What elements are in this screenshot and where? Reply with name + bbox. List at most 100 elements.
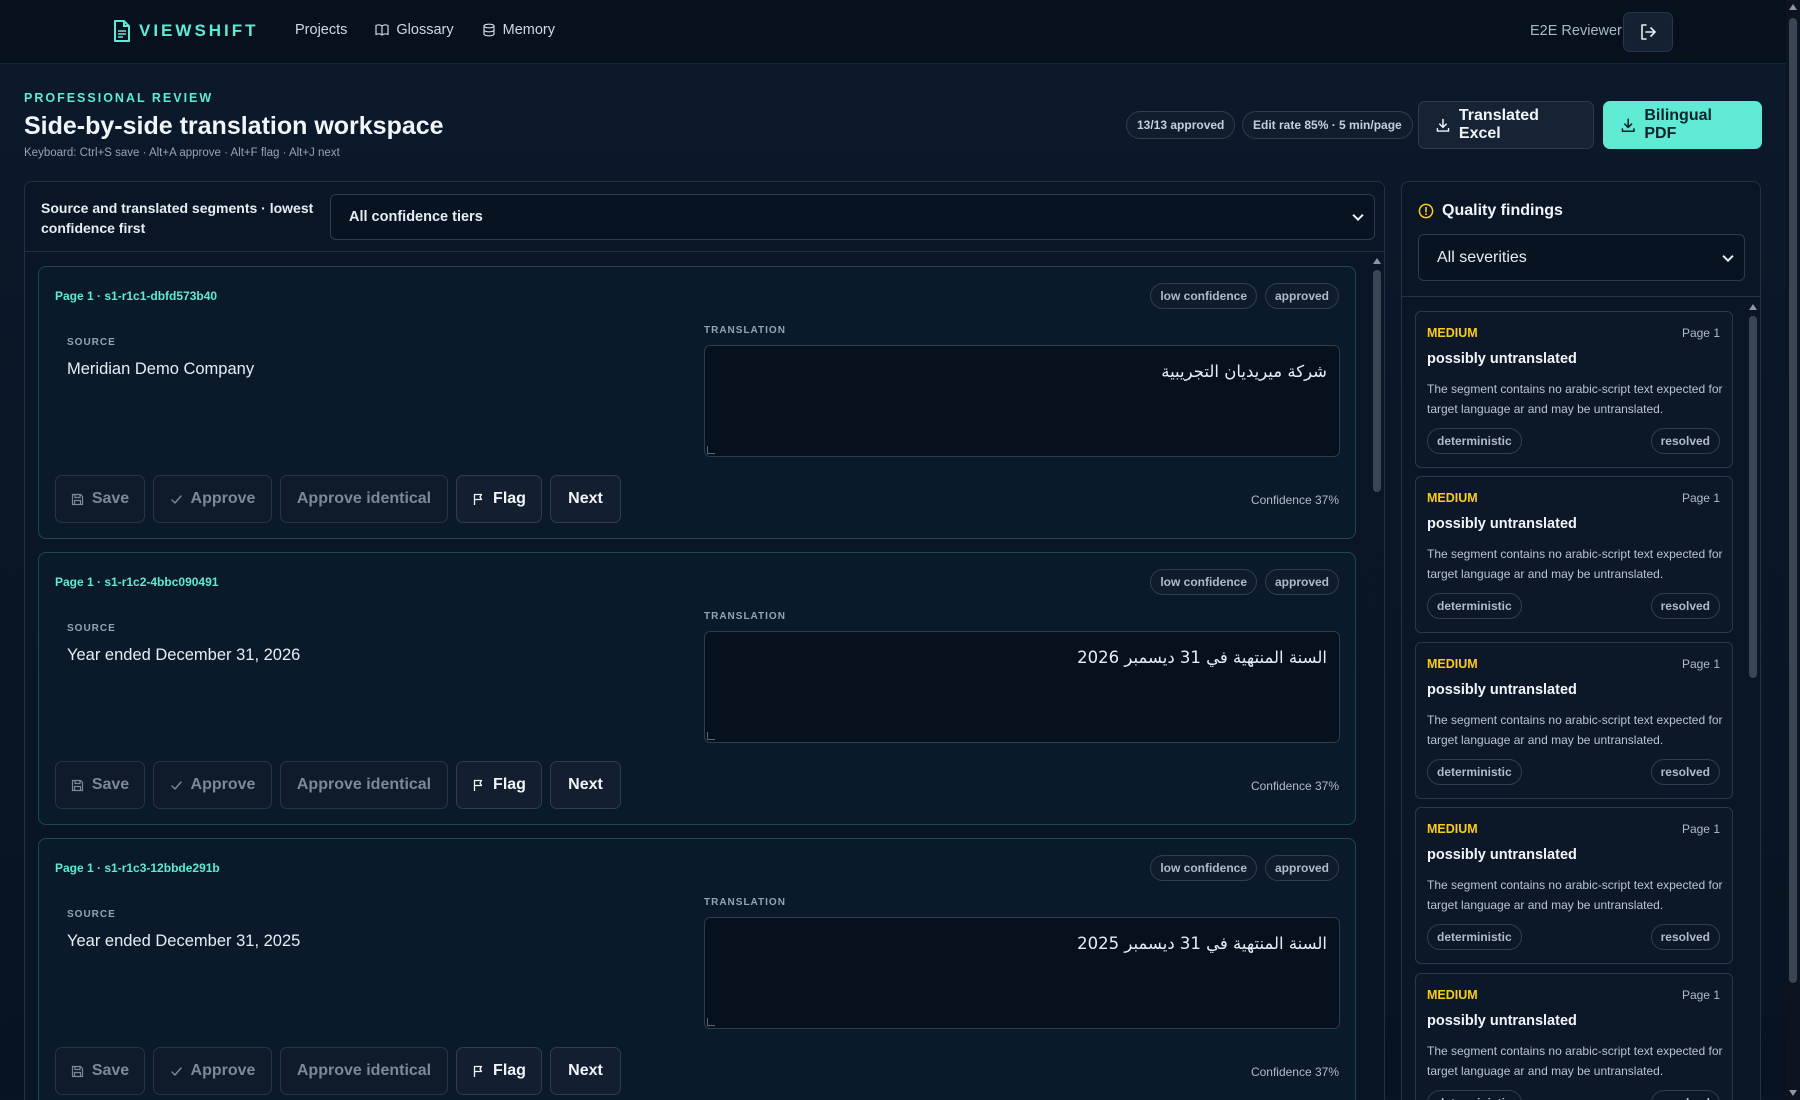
scrollbar-thumb[interactable] [1749,316,1757,678]
translation-textarea[interactable]: شركة ميريديان التجريبية [704,345,1340,457]
finding-card[interactable]: MEDIUM Page 1 possibly untranslated The … [1415,642,1733,799]
segments-scrollbar[interactable] [1371,256,1383,1100]
nav-glossary[interactable]: Glossary [375,22,454,38]
translation-label: TRANSLATION [704,611,786,622]
resize-handle[interactable] [707,446,715,454]
save-icon [71,1065,83,1077]
check-icon [170,1066,182,1076]
approve-button[interactable]: Approve [153,475,272,523]
status-tag: resolved [1650,924,1720,950]
approve-label: Approve [190,490,256,507]
approve-identical-button[interactable]: Approve identical [280,761,448,809]
save-label: Save [91,1062,130,1079]
severity-select[interactable]: All severities [1418,234,1745,281]
scroll-down-arrow[interactable] [1789,1090,1797,1096]
next-button[interactable]: Next [550,761,621,809]
logout-icon [1641,24,1656,40]
finding-page: Page 1 [1681,491,1720,505]
nav-projects[interactable]: Projects [295,22,347,38]
segment-id: Page 1 · s1-r1c2-4bbc090491 [55,575,219,589]
nav-links: Projects Glossary Memory [295,22,555,38]
approve-label: Approve [190,776,256,793]
approve-button[interactable]: Approve [153,761,272,809]
save-icon [71,779,83,791]
segment-card: Page 1 · s1-r1c2-4bbc090491 low confiden… [38,552,1356,825]
flag-button[interactable]: Flag [456,475,542,523]
scroll-up-arrow[interactable] [1789,4,1797,10]
nav-memory[interactable]: Memory [482,22,555,38]
top-navbar: VIEWSHIFT Projects Glossary Memory E2E R… [0,0,1786,64]
page-scrollbar[interactable] [1786,0,1800,1100]
approve-identical-button[interactable]: Approve identical [280,475,448,523]
download-icon [1436,118,1450,132]
segment-card: Page 1 · s1-r1c3-12bbde291b low confiden… [38,838,1356,1100]
method-tag: deterministic [1427,1090,1522,1100]
finding-page: Page 1 [1681,822,1720,836]
severity-value: All severities [1437,248,1527,266]
save-label: Save [91,776,130,793]
findings-scrollbar[interactable] [1747,302,1759,1100]
finding-description: The segment contains no arabic-script te… [1427,878,1723,912]
approved-count-badge: 13/13 approved [1126,111,1236,139]
source-label: SOURCE [67,623,116,634]
flag-label: Flag [493,776,526,793]
findings-title: Quality findings [1442,202,1563,219]
scrollbar-thumb[interactable] [1373,270,1381,492]
finding-card[interactable]: MEDIUM Page 1 possibly untranslated The … [1415,311,1733,468]
segments-panel-header: Source and translated segments · lowest … [25,182,1384,252]
severity-label: MEDIUM [1427,491,1478,505]
resize-handle[interactable] [707,732,715,740]
method-tag: deterministic [1427,759,1522,785]
resize-handle[interactable] [707,1018,715,1026]
scrollbar-thumb[interactable] [1789,18,1797,983]
save-button[interactable]: Save [55,761,145,809]
translation-text: السنة المنتهية في 31 ديسمبر 2026 [1077,648,1327,667]
next-button[interactable]: Next [550,475,621,523]
finding-description: The segment contains no arabic-script te… [1427,1044,1723,1078]
document-icon [114,20,130,42]
brand-name: VIEWSHIFT [139,21,259,40]
approve-button[interactable]: Approve [153,1047,272,1095]
segment-card: Page 1 · s1-r1c1-dbfd573b40 low confiden… [38,266,1356,539]
finding-card[interactable]: MEDIUM Page 1 possibly untranslated The … [1415,476,1733,633]
approve-identical-label: Approve identical [296,1062,432,1079]
translation-textarea[interactable]: السنة المنتهية في 31 ديسمبر 2026 [704,631,1340,743]
confidence-value: Confidence 37% [1250,1065,1339,1079]
chevron-down-icon [1352,209,1364,222]
source-label: SOURCE [67,337,116,348]
scroll-up-arrow[interactable] [1749,304,1757,310]
page-title: Side-by-side translation workspace [24,112,444,140]
finding-title: possibly untranslated [1427,351,1577,367]
severity-label: MEDIUM [1427,988,1478,1002]
check-icon [170,494,182,504]
scroll-up-arrow[interactable] [1373,258,1381,264]
translation-textarea[interactable]: السنة المنتهية في 31 ديسمبر 2025 [704,917,1340,1029]
flag-button[interactable]: Flag [456,761,542,809]
next-button[interactable]: Next [550,1047,621,1095]
database-icon [483,23,495,37]
confidence-value: Confidence 37% [1250,493,1339,507]
translation-label: TRANSLATION [704,897,786,908]
save-button[interactable]: Save [55,475,145,523]
confidence-tier-value: All confidence tiers [349,209,483,225]
nav-memory-label: Memory [502,22,555,38]
finding-description: The segment contains no arabic-script te… [1427,382,1723,416]
finding-card[interactable]: MEDIUM Page 1 possibly untranslated The … [1415,973,1733,1100]
approve-identical-button[interactable]: Approve identical [280,1047,448,1095]
save-button[interactable]: Save [55,1047,145,1095]
brand-logo[interactable]: VIEWSHIFT [113,20,259,42]
method-tag: deterministic [1427,924,1522,950]
download-excel-button[interactable]: Translated Excel [1418,101,1594,149]
download-pdf-button[interactable]: Bilingual PDF [1603,101,1762,149]
status-tag: resolved [1650,759,1720,785]
segment-id: Page 1 · s1-r1c1-dbfd573b40 [55,289,218,303]
finding-page: Page 1 [1681,657,1720,671]
finding-card[interactable]: MEDIUM Page 1 possibly untranslated The … [1415,807,1733,964]
logout-button[interactable] [1623,12,1673,52]
flag-button[interactable]: Flag [456,1047,542,1095]
confidence-tier-select[interactable]: All confidence tiers [330,194,1375,240]
confidence-badge: low confidence [1150,855,1257,881]
status-badge: approved [1264,283,1339,309]
approve-label: Approve [190,1062,256,1079]
source-text: Year ended December 31, 2026 [67,646,301,664]
